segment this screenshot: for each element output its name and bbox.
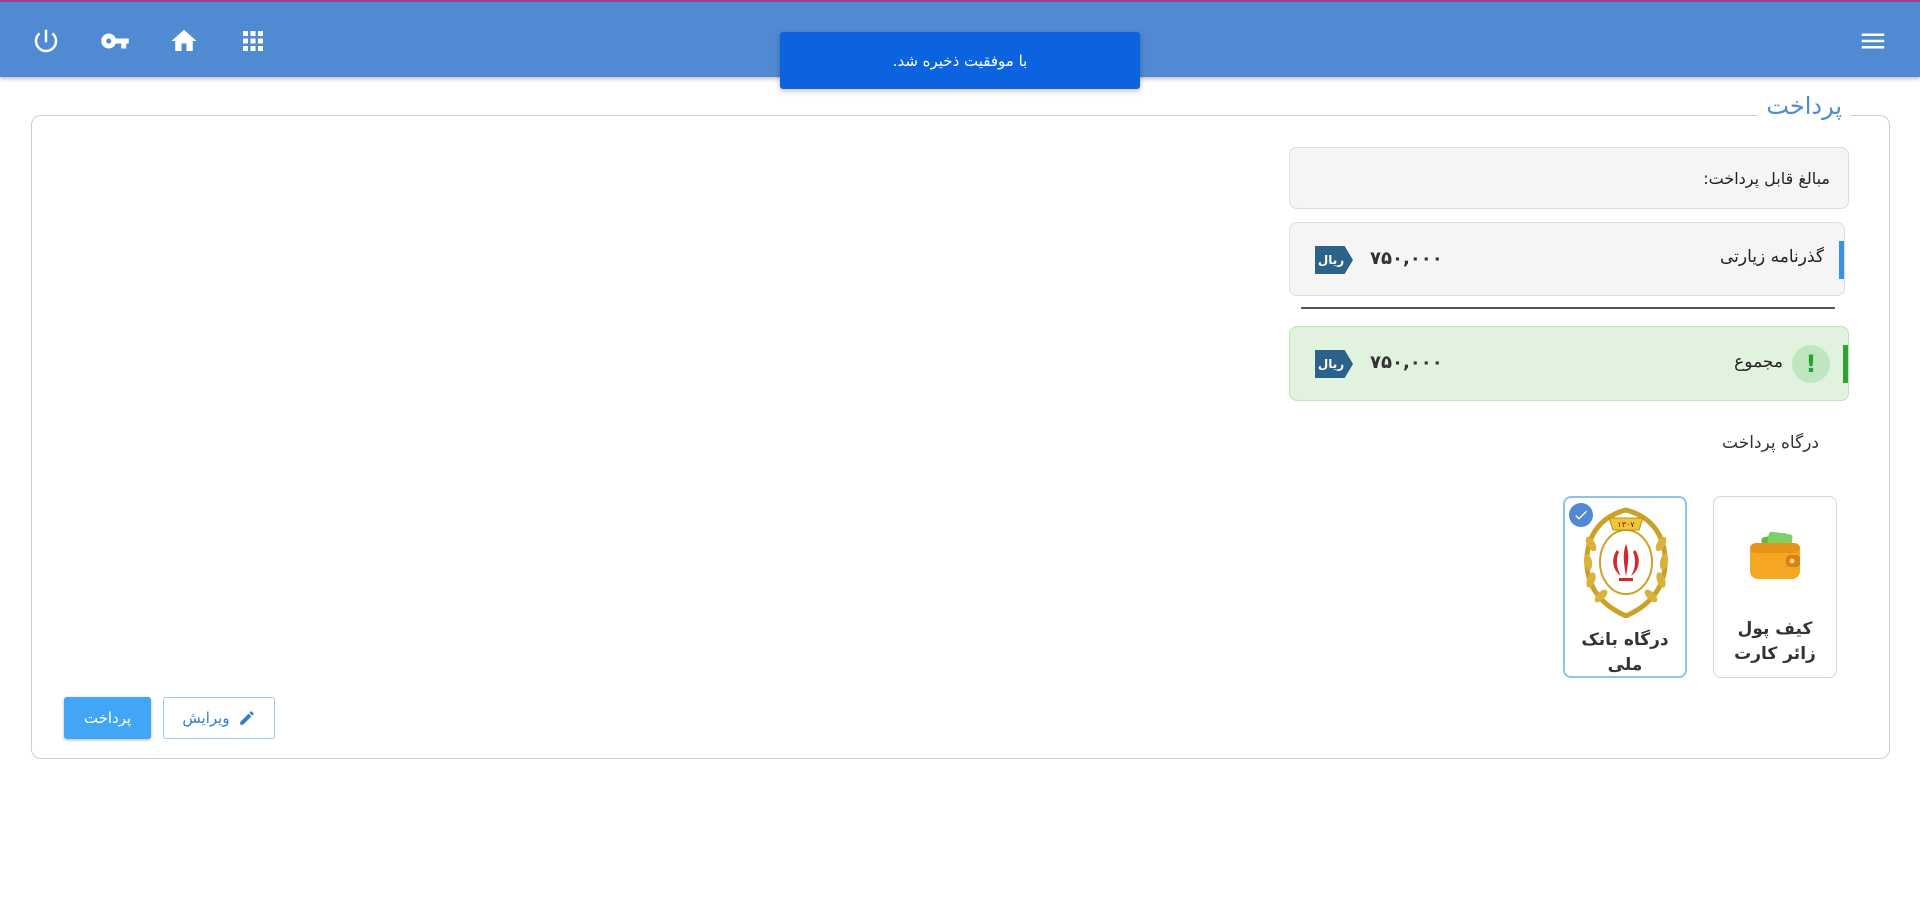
gateway-label: درگاه بانک ملی: [1581, 630, 1669, 675]
item-label: گذرنامه زیارتی: [1720, 247, 1824, 267]
pay-button[interactable]: پرداخت: [64, 697, 151, 739]
power-icon[interactable]: [29, 24, 63, 58]
currency-tag: ریال: [1315, 246, 1353, 274]
payable-header-label: مبالغ قابل پرداخت:: [1703, 168, 1830, 188]
payable-item: گذرنامه زیارتی ۷۵۰,۰۰۰ ریال: [1289, 222, 1845, 296]
bank-melli-logo: ۱۳۰۷: [1583, 507, 1669, 618]
currency-tag: ریال: [1315, 350, 1353, 378]
gateway-section-title: درگاه پرداخت: [1722, 433, 1819, 453]
toast-message: با موفقیت ذخیره شد.: [892, 51, 1028, 70]
divider: [1301, 307, 1835, 309]
item-amount: ۷۵۰,۰۰۰: [1370, 248, 1443, 269]
success-toast: با موفقیت ذخیره شد.: [780, 32, 1140, 89]
exclamation-icon: !: [1792, 345, 1830, 383]
total-accent: [1843, 345, 1848, 383]
edit-button[interactable]: ویرایش: [163, 697, 275, 739]
item-accent: [1839, 241, 1844, 279]
home-icon[interactable]: [167, 24, 201, 58]
gateway-label: کیف پول زائر کارت: [1734, 619, 1816, 664]
gateway-option-wallet[interactable]: کیف پول زائر کارت: [1713, 496, 1837, 678]
gateway-option-bank-melli[interactable]: ۱۳۰۷ درگاه بانک ملی: [1563, 496, 1687, 678]
menu-icon[interactable]: [1856, 24, 1890, 58]
logo-year: ۱۳۰۷: [1617, 520, 1635, 529]
total-row: ! مجموع ۷۵۰,۰۰۰ ریال: [1289, 326, 1849, 401]
apps-grid-icon[interactable]: [236, 24, 270, 58]
key-icon[interactable]: [98, 24, 132, 58]
wallet-icon: [1750, 531, 1800, 579]
pay-button-label: پرداخت: [83, 709, 132, 727]
edit-button-label: ویرایش: [182, 709, 230, 727]
currency-label: ریال: [1317, 253, 1345, 267]
currency-label: ریال: [1317, 357, 1345, 371]
payable-header: مبالغ قابل پرداخت:: [1289, 147, 1849, 209]
total-amount: ۷۵۰,۰۰۰: [1370, 352, 1443, 373]
pencil-icon: [239, 711, 254, 725]
total-label: مجموع: [1734, 352, 1783, 372]
page-title: پرداخت: [1758, 92, 1850, 120]
